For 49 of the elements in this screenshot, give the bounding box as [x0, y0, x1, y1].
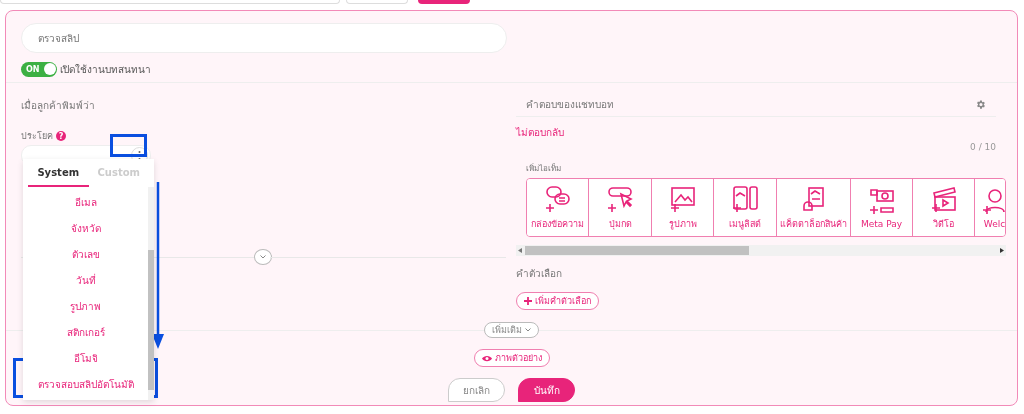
scroll-right-icon[interactable] [1000, 248, 1004, 253]
section-heading: เมื่อลูกค้าพิมพ์ว่า [21, 98, 95, 113]
menu-cards-icon [730, 184, 760, 214]
cancel-button[interactable]: ยกเลิก [448, 378, 505, 402]
input-field[interactable] [346, 0, 408, 4]
toggle-switch[interactable]: ON [21, 61, 57, 77]
button-cursor-icon [605, 184, 635, 214]
toggle-label: เปิดใช้งานบทสนทนา [60, 62, 151, 77]
add-item-button[interactable]: แค็ตตาล็อกสินค้า [777, 179, 851, 236]
item-counter: 0 / 10 [970, 142, 996, 152]
add-item-button[interactable]: เมนูลิสต์ [714, 179, 777, 236]
add-item-button[interactable]: ปุ่มกด [589, 179, 652, 236]
add-item-button[interactable]: Welc [975, 179, 1005, 236]
horizontal-scrollbar[interactable] [516, 245, 1006, 256]
menu-item[interactable]: รูปภาพ [23, 293, 148, 319]
menu-item[interactable]: ตรวจสอบสลิปอัตโนมัติ [23, 371, 148, 397]
field-label: เพิ่มไอเท็ม [526, 162, 561, 175]
menu-item[interactable]: จังหวัด [23, 215, 148, 241]
menu-item[interactable]: อีเมล [23, 189, 148, 215]
button[interactable] [418, 0, 470, 4]
input-field[interactable] [0, 0, 340, 4]
highlight-frame [110, 134, 147, 157]
add-item-button[interactable]: วิดีโอ [913, 179, 975, 236]
help-icon[interactable]: ? [56, 131, 66, 141]
expand-button[interactable] [254, 249, 272, 265]
plus-icon [524, 297, 532, 305]
menu-item[interactable]: วันที่ [23, 267, 148, 293]
add-option-button[interactable]: เพิ่มคำตัวเลือก [516, 292, 599, 310]
name-input-field[interactable]: ตรวจสลิป [21, 23, 507, 53]
field-label: คำตัวเลือก [516, 267, 562, 281]
add-item-button[interactable]: รูปภาพ [652, 179, 714, 236]
menu-tab[interactable]: System [28, 159, 89, 187]
eye-icon [481, 354, 492, 362]
scrollbar[interactable] [148, 187, 154, 400]
section-heading: คำตอบของแชทบอท [526, 98, 614, 112]
more-button[interactable]: เพิ่มเติม [484, 322, 539, 338]
settings-icon[interactable] [975, 99, 986, 110]
preview-button[interactable]: ภาพตัวอย่าง [473, 349, 550, 367]
menu-item[interactable]: อีโมจิ [23, 345, 148, 371]
add-item-button[interactable]: กล่องข้อความ [527, 179, 589, 236]
menu-item[interactable]: ตัวเลข [23, 241, 148, 267]
menu-item[interactable]: สติกเกอร์ [23, 319, 148, 345]
chevron-down-icon [525, 328, 531, 332]
chevron-down-icon [260, 255, 266, 259]
reply-type-text: ไม่ตอบกลับ [516, 126, 564, 140]
scroll-left-icon[interactable] [518, 248, 522, 253]
add-item-button[interactable]: Meta Pay [851, 179, 913, 236]
save-button[interactable]: บันทึก [518, 378, 575, 402]
field-label: ประโยค [21, 130, 53, 143]
